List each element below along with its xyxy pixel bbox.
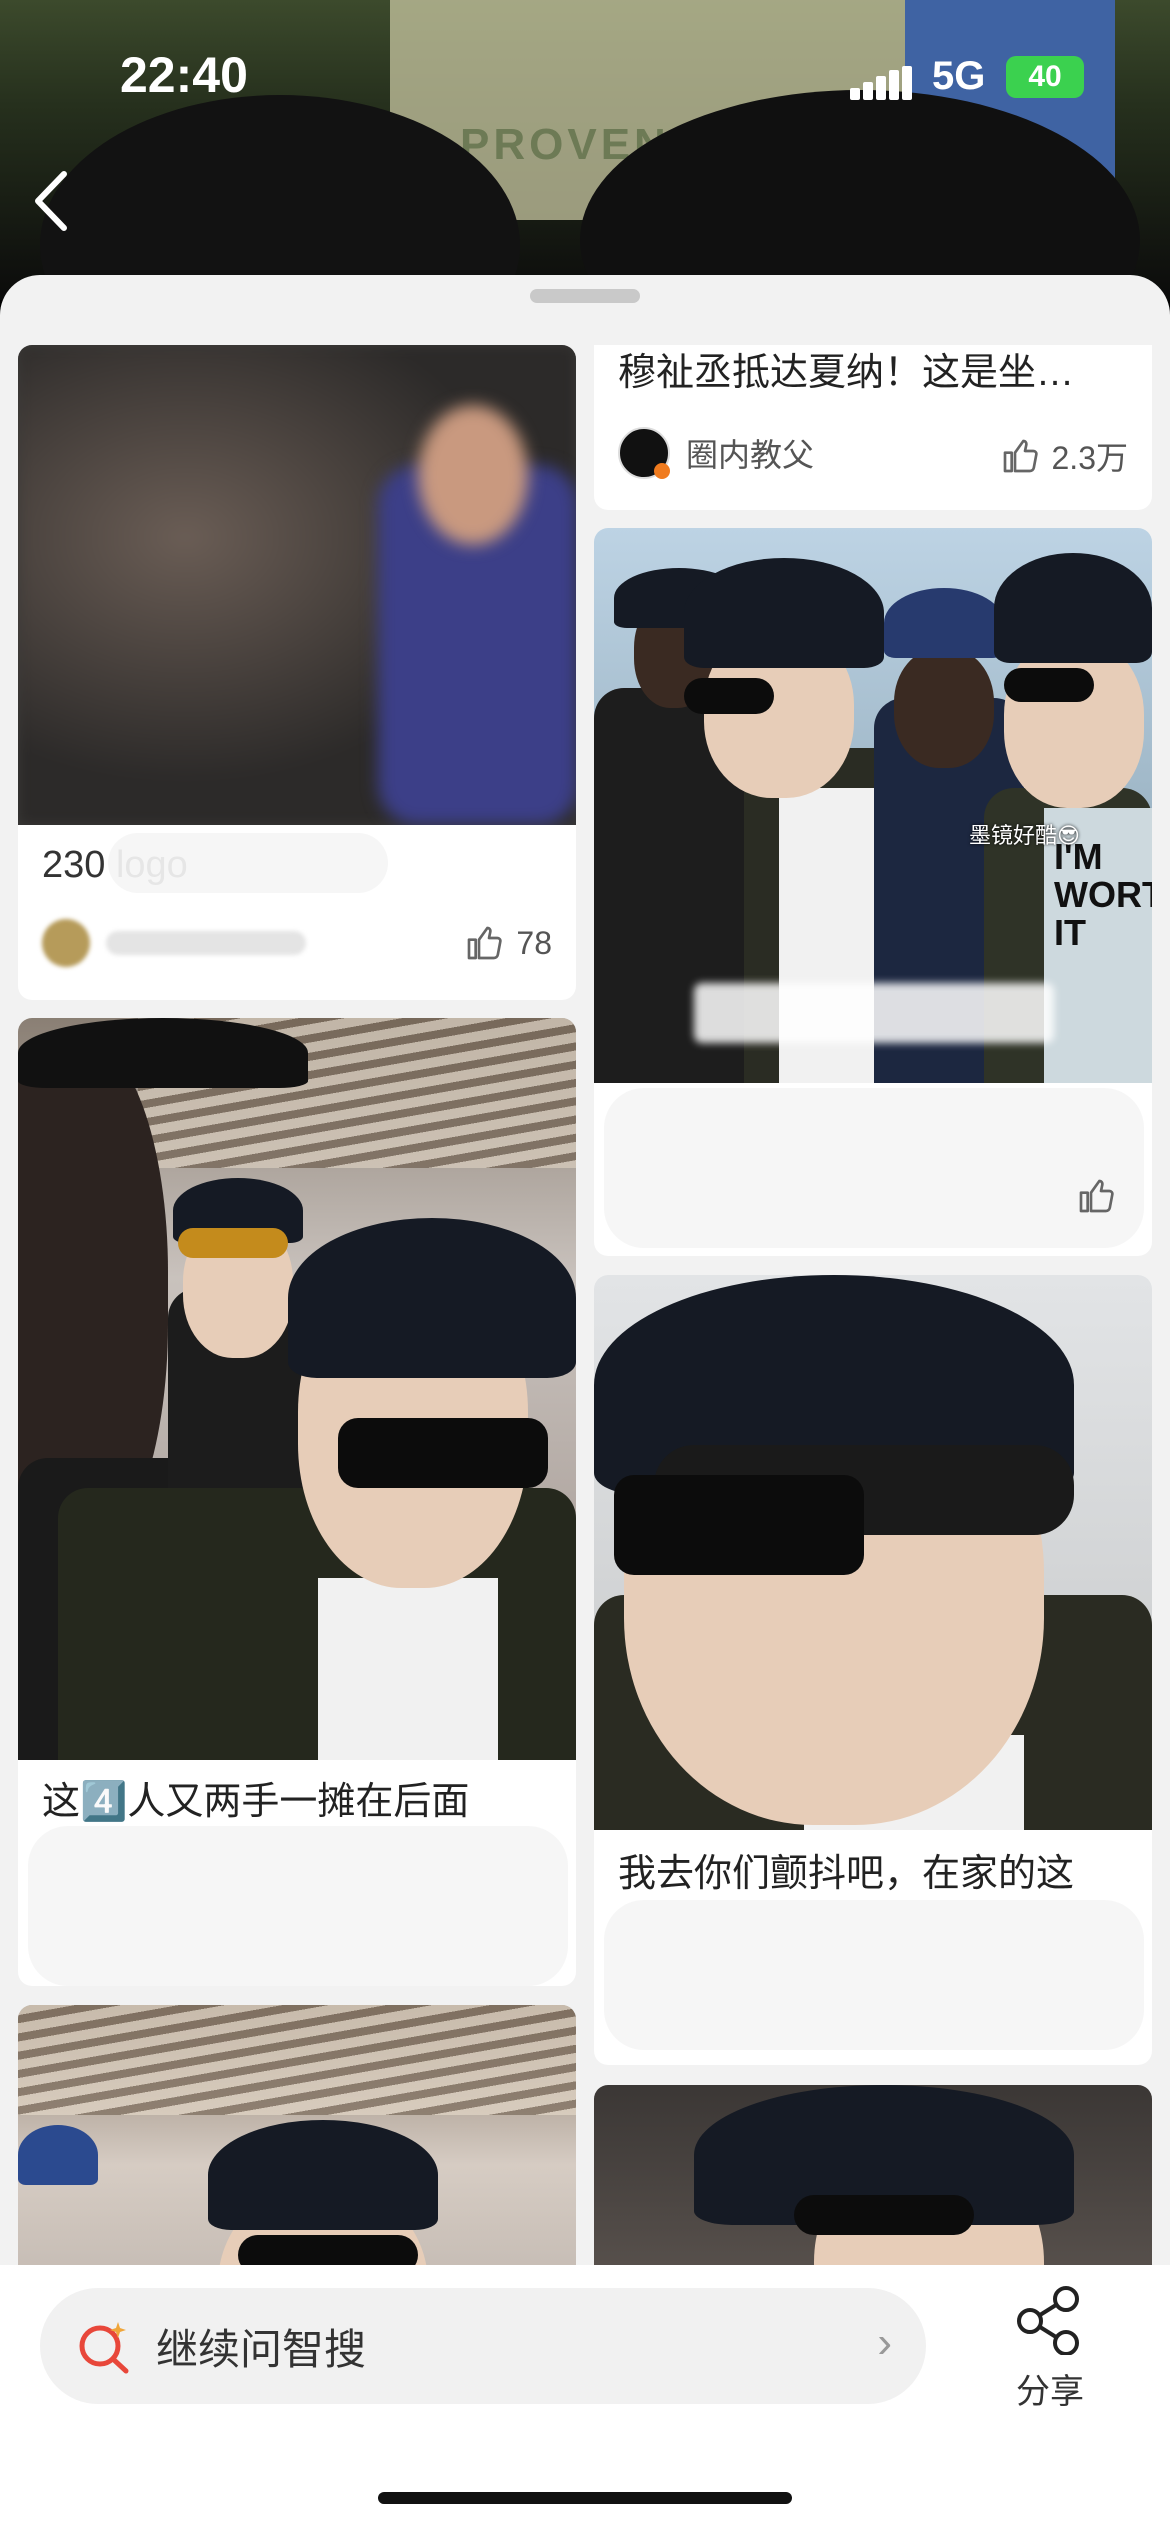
card-author — [42, 915, 306, 971]
avatar — [618, 427, 670, 479]
like-count-value: 78 — [516, 924, 552, 961]
share-button[interactable]: 分享 — [1005, 2285, 1095, 2413]
like-count[interactable] — [1076, 1176, 1128, 1216]
like-count[interactable]: 2.3万 — [1000, 433, 1129, 479]
avatar — [42, 919, 90, 967]
video-thumbnail — [594, 1275, 1152, 1830]
battery-level: 40 — [1028, 60, 1062, 93]
blurred-title — [604, 1900, 1144, 2050]
video-thumbnail — [18, 345, 576, 825]
status-bar: 22:40 5G 40 — [0, 0, 1170, 150]
video-card[interactable] — [18, 2005, 576, 2270]
video-card[interactable]: I'M WORTH IT 墨镜好酷😎 — [594, 528, 1152, 1256]
card-title: 穆祉丞抵达夏纳！这是坐… — [618, 352, 1075, 394]
back-button[interactable] — [30, 170, 84, 240]
card-title: 这4️⃣人又两手一摊在后面 — [42, 1781, 470, 1823]
blurred-title — [28, 1826, 568, 1986]
card-author: 圈内教父 — [618, 425, 814, 481]
video-thumbnail: I'M WORTH IT 墨镜好酷😎 — [594, 528, 1152, 1083]
video-card[interactable]: 穆祉丞抵达夏纳！这是坐… 圈内教父 2.3万 — [594, 345, 1152, 510]
video-thumbnail — [18, 1018, 576, 1760]
share-icon — [1017, 2286, 1079, 2356]
battery-icon: 40 — [1006, 56, 1084, 98]
home-indicator[interactable] — [378, 2492, 792, 2504]
video-overlay-caption: 墨镜好酷😎 — [969, 823, 1080, 848]
ai-search-icon — [79, 2322, 129, 2374]
thumbs-up-icon — [1003, 439, 1038, 473]
blurred-subtitle — [694, 983, 1054, 1043]
status-time: 22:40 — [120, 47, 248, 103]
video-card[interactable] — [594, 2085, 1152, 2270]
video-thumbnail — [18, 2005, 576, 2270]
share-label: 分享 — [1016, 2373, 1084, 2411]
video-card[interactable]: 这4️⃣人又两手一摊在后面 — [18, 1018, 576, 1986]
results-sheet: 230 logo 78 穆祉丞抵达夏纳！这是坐… 圈内教父 2 — [0, 275, 1170, 2532]
video-thumbnail — [594, 2085, 1152, 2270]
chevron-left-icon — [35, 171, 67, 231]
continue-ask-button[interactable]: 继续问智搜 › — [40, 2288, 926, 2404]
sheet-drag-handle[interactable] — [530, 289, 640, 303]
video-card[interactable]: 230 logo 78 — [18, 345, 576, 1000]
network-type: 5G — [932, 54, 986, 98]
author-name: 圈内教父 — [686, 437, 815, 473]
thumbs-up-icon — [468, 926, 503, 960]
continue-ask-label: 继续问智搜 — [156, 2325, 367, 2373]
like-count[interactable]: 78 — [464, 923, 552, 963]
thumbs-up-icon — [1079, 1179, 1114, 1213]
like-count-value: 2.3万 — [1051, 440, 1129, 476]
blurred-title — [108, 833, 388, 893]
result-feed[interactable]: 230 logo 78 穆祉丞抵达夏纳！这是坐… 圈内教父 2 — [0, 345, 1170, 2270]
video-card[interactable]: 我去你们颤抖吧，在家的这 — [594, 1275, 1152, 2065]
card-title: 我去你们颤抖吧，在家的这 — [618, 1853, 1075, 1895]
blurred-title — [604, 1088, 1144, 1248]
chevron-right-icon: › — [877, 2318, 892, 2367]
signal-icon — [850, 66, 912, 100]
shirt-text: I'M WORTH IT — [1054, 836, 1152, 953]
